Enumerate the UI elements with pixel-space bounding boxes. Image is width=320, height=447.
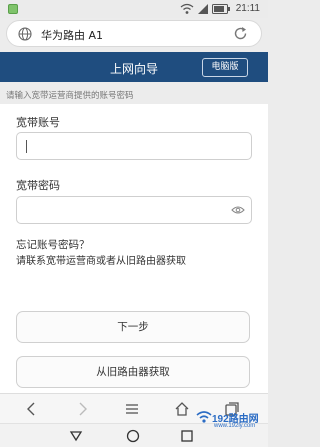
account-input[interactable] <box>16 132 252 160</box>
next-button[interactable]: 下一步 <box>16 311 250 343</box>
form-panel: 宽带账号 宽带密码 忘记账号密码？ 请联系宽带运营商或者从旧路由器获取 下一步 … <box>0 104 268 393</box>
forgot-text: 请联系宽带运营商或者从旧路由器获取 <box>16 256 186 267</box>
hint-text: 请输入宽带运营商提供的账号密码 <box>6 91 134 101</box>
watermark-url: www.192ly.com <box>214 423 256 429</box>
signal-icon <box>198 4 208 14</box>
forgot-title: 忘记账号密码？ <box>16 239 90 251</box>
globe-icon <box>18 27 32 41</box>
nav-back-icon[interactable] <box>69 429 83 443</box>
eye-icon[interactable] <box>231 205 245 215</box>
password-label: 宽带密码 <box>16 179 60 192</box>
password-input[interactable] <box>16 196 252 224</box>
text-cursor <box>26 140 27 153</box>
header: 上网向导 电脑版 <box>0 52 268 82</box>
page-title: 华为路由 A1 <box>41 29 104 42</box>
back-icon[interactable] <box>24 401 40 417</box>
battery-icon <box>212 4 230 14</box>
nav-home-icon[interactable] <box>126 429 140 443</box>
from-old-router-button[interactable]: 从旧路由器获取 <box>16 356 250 388</box>
nav-recents-icon[interactable] <box>180 429 194 443</box>
refresh-icon[interactable] <box>233 26 248 41</box>
watermark: 192路由网 www.192ly.com <box>196 404 266 438</box>
wifi-logo-icon <box>196 411 212 423</box>
status-time: 21:11 <box>235 3 260 14</box>
address-bar[interactable]: 华为路由 A1 <box>6 20 262 47</box>
status-bar: 21:11 <box>0 0 268 18</box>
forward-icon[interactable] <box>74 401 90 417</box>
home-icon[interactable] <box>174 401 190 417</box>
notification-icon <box>8 4 18 14</box>
wifi-icon <box>180 3 194 14</box>
account-label: 宽带账号 <box>16 116 60 129</box>
menu-icon[interactable] <box>124 401 140 417</box>
desktop-version-button[interactable]: 电脑版 <box>202 58 248 77</box>
